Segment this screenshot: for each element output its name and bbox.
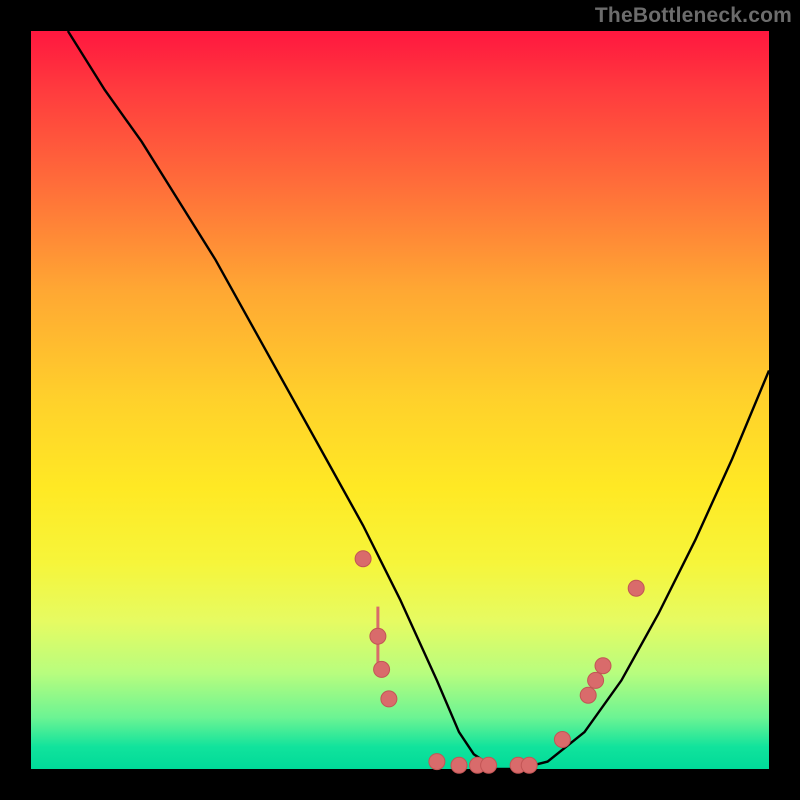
curve-marker	[355, 551, 371, 567]
curve-marker	[554, 732, 570, 748]
curve-marker	[374, 661, 390, 677]
curve-marker	[429, 754, 445, 770]
curve-markers	[355, 551, 644, 774]
plot-area	[31, 31, 769, 769]
chart-frame: TheBottleneck.com	[0, 0, 800, 800]
curve-marker	[588, 672, 604, 688]
bottleneck-curve	[68, 31, 769, 769]
curve-marker	[370, 628, 386, 644]
chart-svg	[31, 31, 769, 769]
curve-marker	[595, 658, 611, 674]
curve-marker	[628, 580, 644, 596]
curve-marker	[481, 757, 497, 773]
watermark-text: TheBottleneck.com	[595, 4, 792, 28]
curve-marker	[451, 757, 467, 773]
curve-marker	[381, 691, 397, 707]
curve-marker	[521, 757, 537, 773]
curve-marker	[580, 687, 596, 703]
